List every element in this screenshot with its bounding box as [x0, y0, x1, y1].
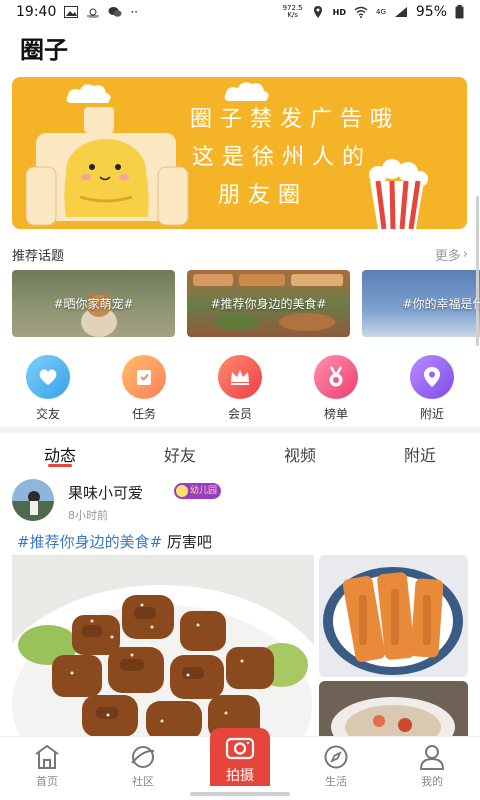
chevron-right-icon: ›: [462, 246, 468, 262]
quick-label: 榜单: [323, 407, 348, 421]
badge-dot-icon: [176, 485, 188, 497]
post-body: 厉害吧: [162, 533, 212, 551]
post-hashtag[interactable]: #推荐你身边的美食#: [17, 533, 162, 551]
topic-label: #你的幸福是什: [402, 297, 480, 311]
mascot-illustration: [26, 107, 189, 226]
medal-icon: [314, 355, 358, 399]
nav-label: 社区: [132, 775, 154, 788]
tab-friends[interactable]: 好友: [140, 442, 220, 466]
quick-label: 会员: [227, 407, 252, 421]
author-name[interactable]: 果味小可爱: [68, 482, 143, 503]
crown-icon: [218, 355, 262, 399]
wechat-icon: [108, 7, 122, 17]
post-photo[interactable]: [12, 555, 314, 740]
location-icon: [313, 6, 322, 18]
quick-label: 任务: [131, 407, 156, 421]
nav-profile[interactable]: 我的: [402, 743, 462, 789]
topics-header: 推荐话题 更多 ›: [12, 244, 468, 264]
topic-label: #晒你家萌宠#: [53, 297, 134, 311]
tab-videos[interactable]: 视频: [260, 442, 340, 466]
quick-link-tasks[interactable]: 任务: [114, 355, 174, 422]
topic-label: #推荐你身边的美食#: [210, 297, 327, 311]
signal-label: 4G: [375, 8, 386, 16]
banner-line-2: 这是徐州人的: [192, 145, 373, 170]
tab-nearby[interactable]: 附近: [380, 442, 460, 466]
more-dots-icon: ··: [130, 5, 138, 19]
section-divider: [0, 427, 480, 433]
weather-icon: [87, 8, 100, 18]
quick-label: 交友: [35, 407, 60, 421]
post-time: 8小时前: [68, 509, 108, 522]
camera-icon: [224, 735, 256, 761]
nav-label: 首页: [36, 775, 58, 788]
task-icon: [122, 355, 166, 399]
post-photo[interactable]: [319, 681, 468, 741]
feed-tabs: 动态 好友 视频 附近: [0, 436, 480, 472]
planet-icon: [128, 743, 158, 771]
status-bar: 19:40 ·· 972.5 K/s HD 4G 95%: [0, 0, 480, 24]
nav-label: 我的: [421, 775, 443, 788]
avatar[interactable]: [12, 479, 54, 521]
home-icon: [32, 743, 62, 771]
nav-label: 生活: [325, 775, 347, 788]
heart-chat-icon: [26, 355, 70, 399]
nav-label: 拍摄: [226, 768, 254, 784]
banner[interactable]: 圈子禁发广告哦 这是徐州人的 朋友圈: [12, 77, 467, 229]
quick-link-nearby[interactable]: 附近: [402, 355, 462, 422]
topics-title: 推荐话题: [12, 248, 65, 264]
quick-links: 交友 任务 会员 榜单 附近: [0, 355, 480, 425]
post-header: 果味小可爱 幼儿园 8小时前: [12, 479, 468, 522]
banner-line-3: 朋友圈: [218, 183, 309, 208]
image-icon: [64, 6, 79, 18]
badge-label: 幼儿园: [190, 486, 218, 496]
quick-link-membership[interactable]: 会员: [210, 355, 270, 422]
topic-card-pets[interactable]: #晒你家萌宠#: [12, 270, 175, 337]
location-pin-icon: [410, 355, 454, 399]
tab-active-indicator: [48, 464, 72, 467]
more-label: 更多: [434, 248, 461, 264]
battery-icon: [455, 5, 464, 19]
nav-community[interactable]: 社区: [113, 743, 173, 789]
cloud-icon: [66, 84, 111, 103]
banner-line-1: 圈子禁发广告哦: [190, 107, 401, 132]
topic-card-happiness[interactable]: #你的幸福是什: [362, 270, 480, 337]
quick-label: 附近: [419, 407, 444, 421]
battery-percent: 95%: [415, 4, 447, 20]
level-badge: 幼儿园: [174, 483, 222, 499]
status-time: 19:40: [16, 4, 57, 20]
nav-capture-button[interactable]: 拍摄: [210, 728, 270, 786]
user-icon: [417, 743, 447, 771]
network-type: HD: [332, 7, 346, 17]
page-title: 圈子: [20, 36, 68, 64]
home-indicator: [190, 792, 290, 796]
tab-moments[interactable]: 动态: [20, 442, 100, 466]
topics-list: #晒你家萌宠# #推荐你身边的美食# #你的幸福是什: [12, 270, 480, 338]
nav-home[interactable]: 首页: [17, 743, 77, 789]
post-text: #推荐你身边的美食# 厉害吧: [17, 531, 212, 552]
signal-icon: [394, 7, 407, 17]
topic-card-food[interactable]: #推荐你身边的美食#: [187, 270, 350, 337]
quick-link-rankings[interactable]: 榜单: [306, 355, 366, 422]
network-speed: 972.5 K/s: [282, 4, 303, 19]
more-link[interactable]: 更多 ›: [435, 245, 468, 264]
scroll-indicator: [476, 196, 479, 346]
popcorn-illustration: [369, 159, 428, 229]
quick-link-friends[interactable]: 交友: [18, 355, 78, 422]
nav-life[interactable]: 生活: [306, 743, 366, 789]
post-photo[interactable]: [319, 555, 468, 677]
wifi-icon: [354, 6, 368, 18]
compass-icon: [321, 743, 351, 771]
